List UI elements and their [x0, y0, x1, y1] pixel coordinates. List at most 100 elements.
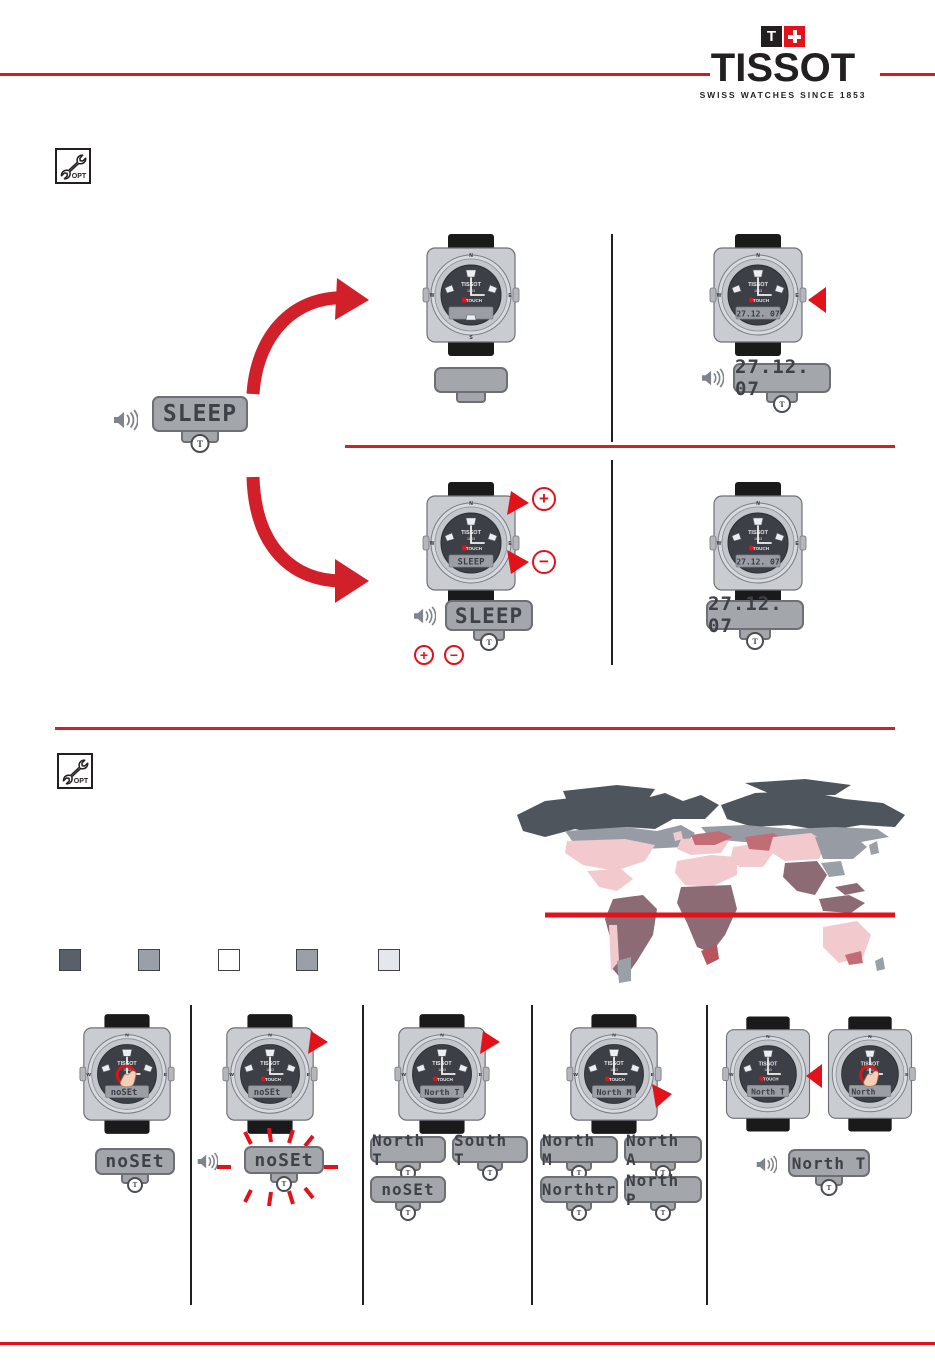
svg-text:W: W — [717, 293, 722, 299]
tissot-logo-mark: T — [693, 26, 873, 47]
svg-text:N: N — [766, 1034, 770, 1039]
svg-text:TOUCH: TOUCH — [466, 298, 483, 303]
legend-swatch-3 — [218, 949, 240, 971]
lcd-t-badge: T — [480, 633, 498, 651]
lcd-t-badge: T — [655, 1205, 671, 1221]
lcd-panel3-south-t: South T T — [452, 1131, 528, 1181]
svg-text:N: N — [469, 501, 473, 507]
lcd-t-badge: T — [276, 1176, 292, 1192]
svg-text:N: N — [612, 1033, 616, 1039]
svg-text:W: W — [430, 541, 435, 547]
svg-text:North M: North M — [596, 1087, 631, 1097]
svg-text:W: W — [729, 1072, 734, 1077]
svg-text:E: E — [905, 1072, 908, 1077]
speaker-icon-panel5 — [755, 1155, 777, 1174]
watch-panel-touch-start: TISSOT 1853 noSEt N W E — [75, 1013, 179, 1135]
map-landmasses — [517, 779, 905, 983]
svg-text:SLEEP: SLEEP — [457, 558, 485, 568]
lcd-panel1-noset: noSEt T — [95, 1148, 175, 1193]
svg-text:27.12. 07: 27.12. 07 — [736, 558, 780, 567]
arrow-button-press-top-right — [806, 285, 828, 315]
svg-text:W: W — [430, 293, 435, 299]
watch-date-after-sleep-off: TISSOT 1853 TOUCH 27.12. 07 N W E — [705, 482, 811, 604]
divider-vertical-bottom — [611, 460, 613, 665]
curved-arrow-down — [245, 455, 375, 615]
watch-sleep-activated: TISSOT 1853 TOUCH N S W E — [418, 234, 524, 356]
svg-text:W: W — [717, 541, 722, 547]
arrow-button-plus — [505, 487, 531, 517]
svg-text:TOUCH: TOUCH — [753, 546, 770, 551]
lcd-text: noSEt — [244, 1146, 324, 1174]
divider-red-sleep-rows — [345, 445, 895, 448]
legend-swatch-5 — [378, 949, 400, 971]
lcd-panel4-north-m: North M T — [540, 1131, 618, 1181]
logo-wordmark: TISSOT — [710, 46, 856, 90]
manual-page: T TISSOT SWISS WATCHES SINCE 1853 OPT SL… — [0, 0, 935, 1363]
watch-panel-north-variants: TISSOT 1853 TOUCH North M N W E — [562, 1013, 666, 1135]
speaker-icon-sleep-source — [112, 409, 138, 431]
lcd-panel4-north-a: North A T — [624, 1131, 702, 1181]
logo-letter-t: T — [761, 26, 782, 47]
lcd-t-badge: T — [482, 1165, 498, 1181]
svg-text:TOUCH: TOUCH — [763, 1077, 778, 1082]
panel-divider-4 — [706, 1005, 708, 1305]
svg-text:W: W — [86, 1072, 91, 1078]
opt-label: OPT — [72, 173, 87, 180]
lcd-sleep-result: SLEEP T — [445, 600, 533, 651]
svg-text:TOUCH: TOUCH — [609, 1077, 625, 1082]
lcd-t-badge: T — [571, 1205, 587, 1221]
svg-text:N: N — [756, 501, 760, 507]
lcd-t-badge: T — [773, 395, 791, 413]
svg-text:TOUCH: TOUCH — [437, 1077, 453, 1082]
plus-legend-icon: + — [414, 645, 434, 665]
arrow-button-press-panel3 — [478, 1028, 502, 1056]
svg-text:TOUCH: TOUCH — [466, 546, 483, 551]
svg-text:North: North — [851, 1087, 875, 1096]
svg-text:noSEt: noSEt — [111, 1088, 138, 1098]
lcd-sleep-source: SLEEP T — [152, 396, 248, 453]
lcd-text: North M — [540, 1131, 618, 1169]
legend-swatch-2 — [138, 949, 160, 971]
lcd-panel5-north-t: North T T — [788, 1149, 870, 1196]
lcd-text: North P — [624, 1171, 702, 1209]
lcd-text — [434, 367, 508, 393]
svg-text:TOUCH: TOUCH — [265, 1077, 281, 1082]
lcd-text: Northtr — [540, 1176, 618, 1203]
arrow-button-minus — [505, 546, 531, 576]
watch-date-after-sleep-on: TISSOT 1853 TOUCH 27.12. 07 N W E — [705, 234, 811, 356]
lcd-panel2-noset: noSEt T — [244, 1146, 324, 1192]
lcd-tab — [456, 393, 486, 403]
logo-swiss-cross-icon — [784, 26, 805, 47]
svg-text:North T: North T — [424, 1087, 459, 1097]
tissot-logo: T TISSOT SWISS WATCHES SINCE 1853 — [693, 26, 873, 100]
lcd-text: 27.12. 07 — [706, 593, 804, 637]
svg-text:W: W — [401, 1072, 406, 1078]
lcd-text: SLEEP — [152, 396, 248, 432]
lcd-text: noSEt — [370, 1176, 446, 1203]
logo-tagline: SWISS WATCHES SINCE 1853 — [699, 90, 867, 100]
watch-panel-confirm-right: TISSOT 1853 North N E — [820, 1015, 920, 1133]
lcd-date-top: 27.12. 07 T — [733, 356, 831, 413]
world-timezone-map — [505, 775, 920, 990]
lcd-sleep-activated-result — [434, 367, 508, 403]
lcd-panel3-north-t: North T T — [370, 1131, 446, 1181]
curved-arrow-up — [245, 262, 375, 402]
arrow-button-press-panel4 — [650, 1082, 674, 1110]
minus-button-indicator[interactable]: − — [532, 550, 556, 574]
lcd-text: SLEEP — [445, 600, 533, 631]
header-rule-right — [880, 73, 935, 76]
svg-text:N: N — [868, 1034, 872, 1039]
svg-text:W: W — [573, 1072, 578, 1078]
minus-legend-icon: − — [444, 645, 464, 665]
lcd-t-badge: T — [820, 1179, 838, 1196]
arrow-button-press-panel2 — [306, 1028, 330, 1056]
lcd-text: South T — [452, 1131, 528, 1169]
opt-badge-timezone: OPT — [57, 753, 93, 789]
divider-vertical-top — [611, 234, 613, 442]
lcd-t-badge: T — [400, 1205, 416, 1221]
svg-text:North T: North T — [751, 1087, 785, 1096]
divider-red-sections — [55, 727, 895, 730]
plus-button-indicator[interactable]: + — [532, 487, 556, 511]
svg-text:noSEt: noSEt — [254, 1088, 281, 1098]
lcd-text: North T — [788, 1149, 870, 1177]
